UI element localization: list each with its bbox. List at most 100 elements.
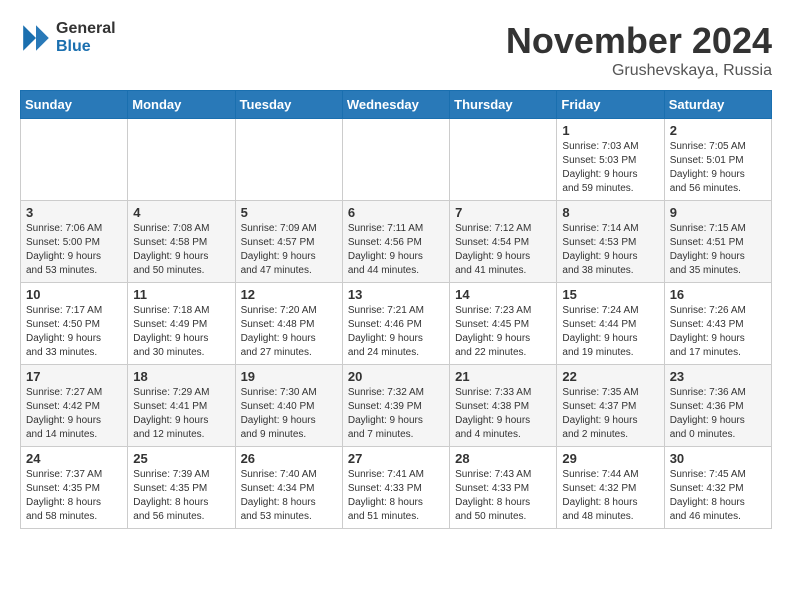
day-info: Sunrise: 7:20 AM Sunset: 4:48 PM Dayligh… bbox=[241, 304, 337, 360]
calendar-cell: 20 Sunrise: 7:32 AM Sunset: 4:39 PM Dayli… bbox=[342, 365, 449, 447]
calendar-cell: 3Sunrise: 7:06 AM Sunset: 5:00 PM Daylig… bbox=[21, 201, 128, 283]
day-number: 20 bbox=[348, 369, 444, 384]
calendar-cell: 14Sunrise: 7:23 AM Sunset: 4:45 PM Dayli… bbox=[450, 283, 557, 365]
day-info: Sunrise: 7:11 AM Sunset: 4:56 PM Dayligh… bbox=[348, 222, 444, 278]
calendar-cell: 4 Sunrise: 7:08 AM Sunset: 4:58 PM Daylig… bbox=[128, 201, 235, 283]
weekday-header-row: SundayMondayTuesdayWednesdayThursdayFrid… bbox=[21, 91, 772, 119]
calendar-cell: 29 Sunrise: 7:44 AM Sunset: 4:32 PM Dayli… bbox=[557, 447, 664, 529]
calendar-cell bbox=[342, 119, 449, 201]
calendar-cell: 24 Sunrise: 7:37 AM Sunset: 4:35 PM Dayli… bbox=[21, 447, 128, 529]
weekday-header-thursday: Thursday bbox=[450, 91, 557, 119]
day-number: 22 bbox=[562, 369, 658, 384]
calendar-cell: 18 Sunrise: 7:29 AM Sunset: 4:41 PM Dayli… bbox=[128, 365, 235, 447]
calendar-cell: 21 Sunrise: 7:33 AM Sunset: 4:38 PM Dayli… bbox=[450, 365, 557, 447]
day-info: Sunrise: 7:24 AM Sunset: 4:44 PM Dayligh… bbox=[562, 304, 658, 360]
day-info: Sunrise: 7:36 AM Sunset: 4:36 PM Dayligh… bbox=[670, 386, 766, 442]
calendar-cell: 9Sunrise: 7:15 AM Sunset: 4:51 PM Daylig… bbox=[664, 201, 771, 283]
title-block: November 2024 Grushevskaya, Russia bbox=[506, 20, 772, 80]
day-info: Sunrise: 7:30 AM Sunset: 4:40 PM Dayligh… bbox=[241, 386, 337, 442]
calendar-cell: 7 Sunrise: 7:12 AM Sunset: 4:54 PM Daylig… bbox=[450, 201, 557, 283]
weekday-header-friday: Friday bbox=[557, 91, 664, 119]
calendar-cell: 28 Sunrise: 7:43 AM Sunset: 4:33 PM Dayli… bbox=[450, 447, 557, 529]
calendar-cell: 15Sunrise: 7:24 AM Sunset: 4:44 PM Dayli… bbox=[557, 283, 664, 365]
day-info: Sunrise: 7:33 AM Sunset: 4:38 PM Dayligh… bbox=[455, 386, 551, 442]
day-number: 10 bbox=[26, 287, 122, 302]
day-number: 19 bbox=[241, 369, 337, 384]
logo-blue-text: Blue bbox=[56, 38, 116, 56]
day-number: 6 bbox=[348, 205, 444, 220]
day-info: Sunrise: 7:15 AM Sunset: 4:51 PM Dayligh… bbox=[670, 222, 766, 278]
calendar-cell: 17 Sunrise: 7:27 AM Sunset: 4:42 PM Dayli… bbox=[21, 365, 128, 447]
logo: General Blue bbox=[20, 20, 116, 55]
day-info: Sunrise: 7:12 AM Sunset: 4:54 PM Dayligh… bbox=[455, 222, 551, 278]
calendar-cell: 6 Sunrise: 7:11 AM Sunset: 4:56 PM Daylig… bbox=[342, 201, 449, 283]
calendar-cell bbox=[450, 119, 557, 201]
day-info: Sunrise: 7:39 AM Sunset: 4:35 PM Dayligh… bbox=[133, 468, 229, 524]
day-info: Sunrise: 7:43 AM Sunset: 4:33 PM Dayligh… bbox=[455, 468, 551, 524]
calendar-cell: 5 Sunrise: 7:09 AM Sunset: 4:57 PM Daylig… bbox=[235, 201, 342, 283]
logo-icon bbox=[20, 22, 52, 54]
day-info: Sunrise: 7:27 AM Sunset: 4:42 PM Dayligh… bbox=[26, 386, 122, 442]
day-info: Sunrise: 7:09 AM Sunset: 4:57 PM Dayligh… bbox=[241, 222, 337, 278]
day-info: Sunrise: 7:14 AM Sunset: 4:53 PM Dayligh… bbox=[562, 222, 658, 278]
weekday-header-sunday: Sunday bbox=[21, 91, 128, 119]
calendar-week-row: 24 Sunrise: 7:37 AM Sunset: 4:35 PM Dayli… bbox=[21, 447, 772, 529]
day-info: Sunrise: 7:41 AM Sunset: 4:33 PM Dayligh… bbox=[348, 468, 444, 524]
calendar-cell: 26 Sunrise: 7:40 AM Sunset: 4:34 PM Dayli… bbox=[235, 447, 342, 529]
day-number: 5 bbox=[241, 205, 337, 220]
day-number: 4 bbox=[133, 205, 229, 220]
calendar-cell: 23Sunrise: 7:36 AM Sunset: 4:36 PM Dayli… bbox=[664, 365, 771, 447]
day-info: Sunrise: 7:32 AM Sunset: 4:39 PM Dayligh… bbox=[348, 386, 444, 442]
day-number: 1 bbox=[562, 123, 658, 138]
day-info: Sunrise: 7:21 AM Sunset: 4:46 PM Dayligh… bbox=[348, 304, 444, 360]
calendar-cell bbox=[21, 119, 128, 201]
calendar-week-row: 1Sunrise: 7:03 AM Sunset: 5:03 PM Daylig… bbox=[21, 119, 772, 201]
day-number: 29 bbox=[562, 451, 658, 466]
day-number: 8 bbox=[562, 205, 658, 220]
day-info: Sunrise: 7:44 AM Sunset: 4:32 PM Dayligh… bbox=[562, 468, 658, 524]
day-info: Sunrise: 7:06 AM Sunset: 5:00 PM Dayligh… bbox=[26, 222, 122, 278]
calendar-week-row: 10 Sunrise: 7:17 AM Sunset: 4:50 PM Dayli… bbox=[21, 283, 772, 365]
calendar-table: SundayMondayTuesdayWednesdayThursdayFrid… bbox=[20, 90, 772, 529]
day-number: 13 bbox=[348, 287, 444, 302]
weekday-header-wednesday: Wednesday bbox=[342, 91, 449, 119]
day-info: Sunrise: 7:37 AM Sunset: 4:35 PM Dayligh… bbox=[26, 468, 122, 524]
day-info: Sunrise: 7:45 AM Sunset: 4:32 PM Dayligh… bbox=[670, 468, 766, 524]
day-number: 18 bbox=[133, 369, 229, 384]
day-number: 25 bbox=[133, 451, 229, 466]
day-info: Sunrise: 7:40 AM Sunset: 4:34 PM Dayligh… bbox=[241, 468, 337, 524]
calendar-week-row: 3Sunrise: 7:06 AM Sunset: 5:00 PM Daylig… bbox=[21, 201, 772, 283]
calendar-cell: 11Sunrise: 7:18 AM Sunset: 4:49 PM Dayli… bbox=[128, 283, 235, 365]
day-number: 24 bbox=[26, 451, 122, 466]
day-info: Sunrise: 7:23 AM Sunset: 4:45 PM Dayligh… bbox=[455, 304, 551, 360]
day-info: Sunrise: 7:26 AM Sunset: 4:43 PM Dayligh… bbox=[670, 304, 766, 360]
calendar-cell: 12Sunrise: 7:20 AM Sunset: 4:48 PM Dayli… bbox=[235, 283, 342, 365]
day-number: 7 bbox=[455, 205, 551, 220]
day-number: 11 bbox=[133, 287, 229, 302]
calendar-cell: 16 Sunrise: 7:26 AM Sunset: 4:43 PM Dayli… bbox=[664, 283, 771, 365]
location: Grushevskaya, Russia bbox=[506, 62, 772, 80]
calendar-cell: 19 Sunrise: 7:30 AM Sunset: 4:40 PM Dayli… bbox=[235, 365, 342, 447]
weekday-header-tuesday: Tuesday bbox=[235, 91, 342, 119]
day-number: 17 bbox=[26, 369, 122, 384]
calendar-cell: 1Sunrise: 7:03 AM Sunset: 5:03 PM Daylig… bbox=[557, 119, 664, 201]
calendar-cell: 30Sunrise: 7:45 AM Sunset: 4:32 PM Dayli… bbox=[664, 447, 771, 529]
day-number: 27 bbox=[348, 451, 444, 466]
logo-text: General Blue bbox=[56, 20, 116, 55]
day-info: Sunrise: 7:17 AM Sunset: 4:50 PM Dayligh… bbox=[26, 304, 122, 360]
day-number: 21 bbox=[455, 369, 551, 384]
calendar-cell: 8 Sunrise: 7:14 AM Sunset: 4:53 PM Daylig… bbox=[557, 201, 664, 283]
day-number: 28 bbox=[455, 451, 551, 466]
month-year: November 2024 bbox=[506, 20, 772, 62]
day-number: 26 bbox=[241, 451, 337, 466]
day-info: Sunrise: 7:29 AM Sunset: 4:41 PM Dayligh… bbox=[133, 386, 229, 442]
day-number: 2 bbox=[670, 123, 766, 138]
day-info: Sunrise: 7:05 AM Sunset: 5:01 PM Dayligh… bbox=[670, 140, 766, 196]
weekday-header-saturday: Saturday bbox=[664, 91, 771, 119]
calendar-cell: 2 Sunrise: 7:05 AM Sunset: 5:01 PM Daylig… bbox=[664, 119, 771, 201]
calendar-cell bbox=[235, 119, 342, 201]
day-info: Sunrise: 7:08 AM Sunset: 4:58 PM Dayligh… bbox=[133, 222, 229, 278]
day-number: 16 bbox=[670, 287, 766, 302]
calendar-cell bbox=[128, 119, 235, 201]
calendar-week-row: 17 Sunrise: 7:27 AM Sunset: 4:42 PM Dayli… bbox=[21, 365, 772, 447]
